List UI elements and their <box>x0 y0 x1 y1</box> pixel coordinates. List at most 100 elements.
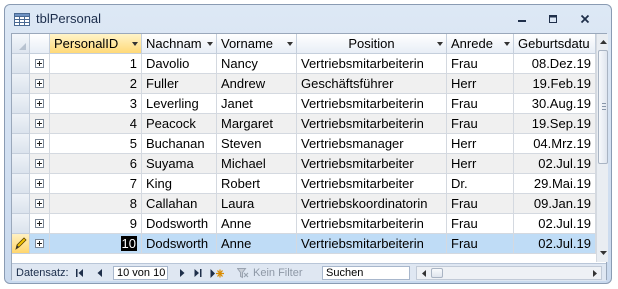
vertical-scroll-thumb[interactable] <box>598 50 608 164</box>
row-selector[interactable] <box>12 214 30 234</box>
plus-icon[interactable] <box>35 79 44 88</box>
cell-personalid[interactable]: 9 <box>50 214 142 234</box>
plus-icon[interactable] <box>35 99 44 108</box>
cell-geburtsdatum[interactable]: 02.Jul.19 <box>514 234 596 254</box>
cell-personalid[interactable]: 2 <box>50 74 142 94</box>
cell-anrede[interactable]: Frau <box>447 234 514 254</box>
cell-nachname[interactable]: Fuller <box>142 74 217 94</box>
cell-geburtsdatum[interactable]: 08.Dez.19 <box>514 54 596 74</box>
table-row[interactable]: 8 Callahan Laura Vertriebskoordinatorin Frau… <box>12 194 596 214</box>
cell-nachname[interactable]: Peacock <box>142 114 217 134</box>
cell-personalid[interactable]: 10 <box>50 234 142 254</box>
column-header-personalid[interactable]: PersonalID <box>50 34 142 54</box>
plus-icon[interactable] <box>35 199 44 208</box>
cell-personalid[interactable]: 8 <box>50 194 142 214</box>
row-selector[interactable] <box>12 174 30 194</box>
minimize-button[interactable] <box>509 11 535 27</box>
plus-icon[interactable] <box>35 219 44 228</box>
cell-geburtsdatum[interactable]: 19.Feb.19 <box>514 74 596 94</box>
cell-position[interactable]: Vertriebsmitarbeiterin <box>297 214 447 234</box>
row-selector[interactable] <box>12 74 30 94</box>
row-selector[interactable] <box>12 54 30 74</box>
table-row[interactable]: 3 Leverling Janet Vertriebsmitarbeiterin Fra… <box>12 94 596 114</box>
search-input[interactable]: Suchen <box>322 266 410 280</box>
row-selector[interactable] <box>12 154 30 174</box>
plus-icon[interactable] <box>35 119 44 128</box>
table-row[interactable]: 2 Fuller Andrew Geschäftsführer Herr 19.Feb.1… <box>12 74 596 94</box>
chevron-down-icon[interactable] <box>207 42 213 46</box>
cell-geburtsdatum[interactable]: 19.Sep.19 <box>514 114 596 134</box>
cell-nachname[interactable]: King <box>142 174 217 194</box>
cell-geburtsdatum[interactable]: 02.Jul.19 <box>514 154 596 174</box>
chevron-down-icon[interactable] <box>287 42 293 46</box>
cell-vorname[interactable]: Margaret <box>217 114 297 134</box>
cell-personalid[interactable]: 5 <box>50 134 142 154</box>
table-row[interactable]: 1 Davolio Nancy Vertriebsmitarbeiterin Frau 0… <box>12 54 596 74</box>
cell-personalid[interactable]: 1 <box>50 54 142 74</box>
table-row[interactable]: 7 King Robert Vertriebsmitarbeiter Dr. 29.Mai… <box>12 174 596 194</box>
vertical-scrollbar[interactable] <box>596 34 608 262</box>
column-header-nachname[interactable]: Nachnam <box>142 34 217 54</box>
chevron-down-icon[interactable] <box>437 42 443 46</box>
cell-geburtsdatum[interactable]: 29.Mai.19 <box>514 174 596 194</box>
filter-toggle-button[interactable]: Kein Filter <box>233 266 313 280</box>
new-record-button[interactable] <box>209 266 225 280</box>
cell-position[interactable]: Vertriebsmitarbeiter <box>297 154 447 174</box>
cell-vorname[interactable]: Anne <box>217 214 297 234</box>
cell-anrede[interactable]: Herr <box>447 154 514 174</box>
table-row[interactable]: 5 Buchanan Steven Vertriebsmanager Herr 04.Mr… <box>12 134 596 154</box>
cell-nachname[interactable]: Dodsworth <box>142 234 217 254</box>
cell-personalid[interactable]: 7 <box>50 174 142 194</box>
column-header-geburtsdatum[interactable]: Geburtsdatu <box>514 34 596 54</box>
cell-anrede[interactable]: Herr <box>447 74 514 94</box>
first-record-button[interactable] <box>74 266 86 280</box>
plus-icon[interactable] <box>35 139 44 148</box>
cell-personalid[interactable]: 6 <box>50 154 142 174</box>
cell-nachname[interactable]: Leverling <box>142 94 217 114</box>
cell-anrede[interactable]: Herr <box>447 134 514 154</box>
cell-anrede[interactable]: Frau <box>447 54 514 74</box>
scroll-up-button[interactable] <box>597 35 609 49</box>
cell-nachname[interactable]: Buchanan <box>142 134 217 154</box>
plus-icon[interactable] <box>35 159 44 168</box>
cell-position[interactable]: Vertriebsmanager <box>297 134 447 154</box>
plus-icon[interactable] <box>35 239 44 248</box>
previous-record-button[interactable] <box>94 266 106 280</box>
last-record-button[interactable] <box>192 266 204 280</box>
cell-anrede[interactable]: Frau <box>447 214 514 234</box>
cell-position[interactable]: Vertriebskoordinatorin <box>297 194 447 214</box>
cell-personalid[interactable]: 3 <box>50 94 142 114</box>
plus-icon[interactable] <box>35 179 44 188</box>
cell-vorname[interactable]: Anne <box>217 234 297 254</box>
cell-vorname[interactable]: Robert <box>217 174 297 194</box>
row-selector[interactable] <box>12 114 30 134</box>
cell-vorname[interactable]: Michael <box>217 154 297 174</box>
row-selector[interactable] <box>12 234 30 254</box>
cell-position[interactable]: Vertriebsmitarbeiterin <box>297 114 447 134</box>
cell-position[interactable]: Vertriebsmitarbeiterin <box>297 94 447 114</box>
column-header-position[interactable]: Position <box>297 34 447 54</box>
cell-vorname[interactable]: Nancy <box>217 54 297 74</box>
table-row[interactable]: 6 Suyama Michael Vertriebsmitarbeiter Herr 02… <box>12 154 596 174</box>
cell-personalid[interactable]: 4 <box>50 114 142 134</box>
cell-vorname[interactable]: Andrew <box>217 74 297 94</box>
cell-geburtsdatum[interactable]: 09.Jan.19 <box>514 194 596 214</box>
close-button[interactable] <box>572 11 598 27</box>
column-header-vorname[interactable]: Vorname <box>217 34 297 54</box>
cell-geburtsdatum[interactable]: 02.Jul.19 <box>514 214 596 234</box>
table-row[interactable]: 10 Dodsworth Anne Vertriebsmitarbeiterin Fra… <box>12 234 596 254</box>
cell-position[interactable]: Vertriebsmitarbeiterin <box>297 54 447 74</box>
next-record-button[interactable] <box>176 266 188 280</box>
restore-button[interactable] <box>540 11 566 27</box>
cell-vorname[interactable]: Janet <box>217 94 297 114</box>
cell-anrede[interactable]: Frau <box>447 94 514 114</box>
cell-nachname[interactable]: Davolio <box>142 54 217 74</box>
cell-position[interactable]: Geschäftsführer <box>297 74 447 94</box>
row-selector[interactable] <box>12 134 30 154</box>
chevron-down-icon[interactable] <box>132 42 138 46</box>
scroll-left-button[interactable] <box>417 267 430 279</box>
horizontal-scrollbar[interactable] <box>416 266 602 280</box>
cell-anrede[interactable]: Frau <box>447 194 514 214</box>
scroll-down-button[interactable] <box>597 246 609 260</box>
scroll-right-button[interactable] <box>588 267 601 279</box>
